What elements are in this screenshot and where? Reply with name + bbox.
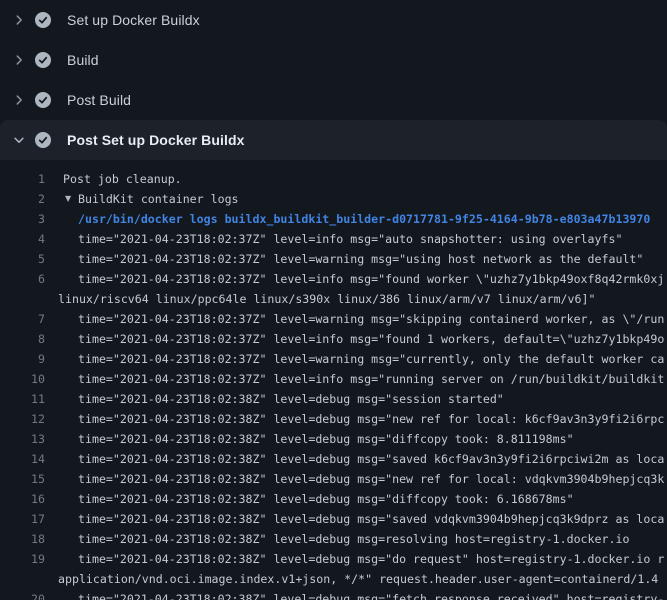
line-number[interactable]: 5 — [0, 249, 45, 269]
line-number[interactable]: 20 — [0, 589, 45, 600]
line-number[interactable]: 18 — [0, 529, 45, 549]
log-line: 10 time="2021-04-23T18:02:37Z" level=inf… — [0, 369, 667, 389]
chevron-right-icon — [12, 53, 26, 67]
line-number[interactable]: 15 — [0, 469, 45, 489]
actions-log-panel: Set up Docker Buildx Build Post Build Po… — [0, 0, 667, 600]
line-number[interactable]: 2 — [0, 189, 45, 209]
log-line: 15 time="2021-04-23T18:02:38Z" level=deb… — [0, 469, 667, 489]
line-number[interactable]: 11 — [0, 389, 45, 409]
line-number[interactable]: 14 — [0, 449, 45, 469]
log-text: time="2021-04-23T18:02:38Z" level=debug … — [78, 529, 667, 549]
chevron-down-icon — [12, 133, 26, 147]
step-title: Build — [67, 52, 99, 68]
log-line: 9 time="2021-04-23T18:02:37Z" level=warn… — [0, 349, 667, 369]
log-line: linux/riscv64 linux/ppc64le linux/s390x … — [0, 289, 667, 309]
chevron-right-icon — [12, 13, 26, 27]
steps-list: Set up Docker Buildx Build Post Build Po… — [0, 0, 667, 160]
line-number[interactable]: 16 — [0, 489, 45, 509]
log-group-header[interactable]: 2 ▼ BuildKit container logs — [0, 189, 667, 209]
log-text: time="2021-04-23T18:02:38Z" level=debug … — [78, 589, 667, 600]
log-line: 13 time="2021-04-23T18:02:38Z" level=deb… — [0, 429, 667, 449]
line-number — [0, 569, 45, 589]
log-text: time="2021-04-23T18:02:38Z" level=debug … — [78, 489, 667, 509]
line-number[interactable]: 10 — [0, 369, 45, 389]
log-text: application/vnd.oci.image.index.v1+json,… — [58, 569, 667, 589]
line-number[interactable]: 3 — [0, 209, 45, 229]
step-header-post-build[interactable]: Post Build — [0, 80, 667, 120]
log-text: time="2021-04-23T18:02:38Z" level=debug … — [78, 509, 667, 529]
step-title: Post Set up Docker Buildx — [67, 132, 245, 148]
log-text: time="2021-04-23T18:02:38Z" level=debug … — [78, 429, 667, 449]
step-title: Set up Docker Buildx — [67, 12, 200, 28]
log-line: 11 time="2021-04-23T18:02:38Z" level=deb… — [0, 389, 667, 409]
log-line: 20 time="2021-04-23T18:02:38Z" level=deb… — [0, 589, 667, 600]
log-text: linux/riscv64 linux/ppc64le linux/s390x … — [58, 289, 667, 309]
log-line: 7 time="2021-04-23T18:02:37Z" level=warn… — [0, 309, 667, 329]
log-line: 8 time="2021-04-23T18:02:37Z" level=info… — [0, 329, 667, 349]
step-header-build[interactable]: Build — [0, 40, 667, 80]
log-text: time="2021-04-23T18:02:37Z" level=warnin… — [78, 349, 667, 369]
log-text: time="2021-04-23T18:02:37Z" level=warnin… — [78, 309, 667, 329]
log-line: 17 time="2021-04-23T18:02:38Z" level=deb… — [0, 509, 667, 529]
chevron-right-icon — [12, 93, 26, 107]
log-text: time="2021-04-23T18:02:38Z" level=debug … — [78, 389, 667, 409]
log-text: /usr/bin/docker logs buildx_buildkit_bui… — [78, 209, 667, 229]
step-header-post-set-up-docker-buildx[interactable]: Post Set up Docker Buildx — [0, 120, 667, 160]
check-circle-icon — [35, 12, 51, 28]
check-circle-icon — [35, 52, 51, 68]
log-line: 18 time="2021-04-23T18:02:38Z" level=deb… — [0, 529, 667, 549]
line-number[interactable]: 13 — [0, 429, 45, 449]
log-text: time="2021-04-23T18:02:37Z" level=info m… — [78, 269, 667, 289]
log-text: time="2021-04-23T18:02:37Z" level=info m… — [78, 229, 667, 249]
log-area: 1 Post job cleanup. 2 ▼ BuildKit contain… — [0, 160, 667, 600]
line-number[interactable]: 4 — [0, 229, 45, 249]
log-line: 1 Post job cleanup. — [0, 169, 667, 189]
log-text: time="2021-04-23T18:02:37Z" level=info m… — [78, 369, 667, 389]
step-title: Post Build — [67, 92, 131, 108]
step-header-set-up-docker-buildx[interactable]: Set up Docker Buildx — [0, 0, 667, 40]
log-line: 6 time="2021-04-23T18:02:37Z" level=info… — [0, 269, 667, 289]
log-line: 19 time="2021-04-23T18:02:38Z" level=deb… — [0, 549, 667, 569]
log-line: application/vnd.oci.image.index.v1+json,… — [0, 569, 667, 589]
log-text: time="2021-04-23T18:02:38Z" level=debug … — [78, 449, 667, 469]
log-text: time="2021-04-23T18:02:37Z" level=info m… — [78, 329, 667, 349]
log-line: 14 time="2021-04-23T18:02:38Z" level=deb… — [0, 449, 667, 469]
check-circle-icon — [35, 132, 51, 148]
log-text: time="2021-04-23T18:02:38Z" level=debug … — [78, 469, 667, 489]
log-text: time="2021-04-23T18:02:37Z" level=warnin… — [78, 249, 667, 269]
log-text: BuildKit container logs — [78, 189, 667, 209]
line-number — [0, 289, 45, 309]
line-number[interactable]: 17 — [0, 509, 45, 529]
log-text: Post job cleanup. — [63, 169, 667, 189]
line-number[interactable]: 9 — [0, 349, 45, 369]
line-number[interactable]: 12 — [0, 409, 45, 429]
line-number[interactable]: 6 — [0, 269, 45, 289]
line-number[interactable]: 1 — [0, 169, 45, 189]
group-collapse-triangle-icon: ▼ — [65, 189, 78, 209]
log-line: 16 time="2021-04-23T18:02:38Z" level=deb… — [0, 489, 667, 509]
log-line: 5 time="2021-04-23T18:02:37Z" level=warn… — [0, 249, 667, 269]
log-line: 12 time="2021-04-23T18:02:38Z" level=deb… — [0, 409, 667, 429]
log-text: time="2021-04-23T18:02:38Z" level=debug … — [78, 409, 667, 429]
log-line: 3 /usr/bin/docker logs buildx_buildkit_b… — [0, 209, 667, 229]
line-number[interactable]: 7 — [0, 309, 45, 329]
line-number[interactable]: 19 — [0, 549, 45, 569]
log-line: 4 time="2021-04-23T18:02:37Z" level=info… — [0, 229, 667, 249]
check-circle-icon — [35, 92, 51, 108]
log-text: time="2021-04-23T18:02:38Z" level=debug … — [78, 549, 667, 569]
line-number[interactable]: 8 — [0, 329, 45, 349]
